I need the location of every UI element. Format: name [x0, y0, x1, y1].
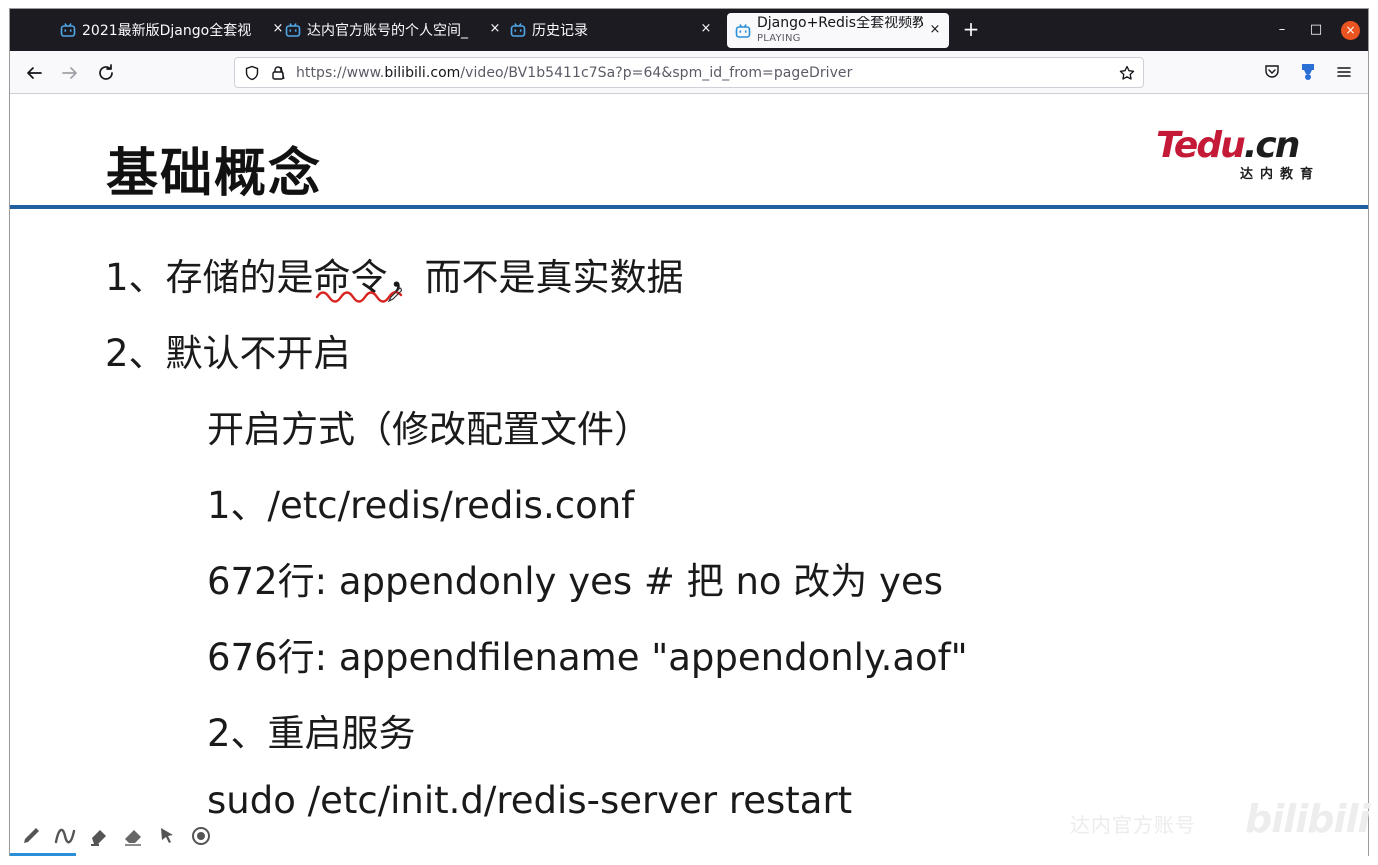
logo-domain-text: .cn: [1243, 125, 1301, 166]
forward-icon[interactable]: [58, 61, 82, 85]
pen-cursor-icon: [387, 287, 402, 302]
bilibili-favicon-icon: [285, 23, 301, 37]
tab-strip: 2021最新版Django全套视 × 达内官方账号的个人空间_ × 历史记录 ×…: [10, 9, 1368, 51]
url-path: /video/BV1b5411c7Sa?p=64&spm_id_from=pag…: [460, 65, 853, 81]
tab-history[interactable]: 历史记录 ×: [510, 9, 720, 51]
tedu-logo: Tedu.cn 达内教育: [1156, 125, 1326, 185]
close-window-button[interactable]: ×: [1341, 21, 1360, 40]
bilibili-favicon-icon: [60, 23, 76, 37]
url-text[interactable]: https://www.bilibili.com/video/BV1b5411c…: [296, 65, 852, 81]
slide-line-5: 672行: appendonly yes # 把 no 改为 yes: [207, 560, 943, 603]
tab-django-course[interactable]: 2021最新版Django全套视 ×: [60, 9, 292, 51]
playback-progress-indicator: [10, 853, 76, 856]
watermark-logo: bilibili: [1245, 797, 1371, 841]
slide-line-2: 2、默认不开启: [105, 332, 351, 375]
bookmark-star-icon[interactable]: [1119, 65, 1135, 81]
tab-title: 达内官方账号的个人空间_: [307, 23, 468, 39]
navigation-bar: https://www.bilibili.com/video/BV1b5411c…: [10, 51, 1368, 94]
tab-playing-label: PLAYING: [757, 32, 801, 44]
slide-line-8: sudo /etc/init.d/redis-server restart: [207, 779, 853, 822]
slide-line-3: 开启方式（修改配置文件）: [207, 408, 651, 451]
tab-close-icon[interactable]: ×: [270, 21, 286, 37]
watermark-text: 达内官方账号: [1070, 813, 1196, 837]
drawing-toolbar: [20, 823, 212, 849]
tab-django-redis-playing[interactable]: Django+Redis全套视频教 PLAYING ×: [727, 13, 949, 48]
record-icon[interactable]: [190, 825, 212, 847]
menu-icon[interactable]: [1335, 63, 1353, 81]
lock-icon[interactable]: [270, 65, 286, 81]
video-slide[interactable]: 基础概念 Tedu.cn 达内教育 1、存储的是命令，而不是真实数据 2、默认不…: [10, 95, 1371, 856]
minimize-button[interactable]: –: [1274, 22, 1290, 38]
url-bar[interactable]: https://www.bilibili.com/video/BV1b5411c…: [234, 57, 1144, 88]
slide-line-7: 2、重启服务: [207, 712, 416, 755]
tab-close-icon[interactable]: ×: [927, 22, 943, 38]
reload-icon[interactable]: [94, 61, 118, 85]
bilibili-watermark: 达内官方账号 bilibili: [1070, 795, 1371, 845]
slide-line-6: 676行: appendfilename "appendonly.aof": [207, 636, 968, 679]
curve-icon[interactable]: [54, 825, 76, 847]
tab-close-icon[interactable]: ×: [698, 21, 714, 37]
maximize-button[interactable]: □: [1308, 22, 1324, 38]
bilibili-favicon-icon: [735, 23, 751, 38]
logo-wordmark: Tedu.cn: [1156, 125, 1301, 166]
pocket-icon[interactable]: [1263, 63, 1281, 81]
pointer-icon[interactable]: [156, 825, 178, 847]
tab-title: 历史记录: [532, 23, 588, 39]
tab-close-icon[interactable]: ×: [487, 21, 503, 37]
slide-title: 基础概念: [106, 144, 323, 204]
logo-subtitle: 达内教育: [1240, 167, 1321, 182]
logo-main-text: Tedu: [1156, 125, 1246, 166]
slide-line-4: 1、/etc/redis/redis.conf: [207, 484, 635, 527]
new-tab-button[interactable]: +: [961, 19, 981, 39]
tab-title: 2021最新版Django全套视: [82, 23, 252, 39]
back-icon[interactable]: [22, 61, 46, 85]
url-prefix: https://www.: [296, 65, 385, 81]
highlighter-icon[interactable]: [88, 825, 110, 847]
bilibili-favicon-icon: [510, 23, 526, 37]
tab-tedu-space[interactable]: 达内官方账号的个人空间_ ×: [285, 9, 509, 51]
browser-window: 2021最新版Django全套视 × 达内官方账号的个人空间_ × 历史记录 ×…: [9, 8, 1371, 856]
extension-icon[interactable]: [1299, 63, 1317, 81]
eraser-icon[interactable]: [122, 825, 144, 847]
tab-title: Django+Redis全套视频教: [757, 15, 923, 31]
pen-icon[interactable]: [20, 825, 42, 847]
url-domain: bilibili.com: [384, 65, 461, 81]
shield-icon[interactable]: [244, 65, 260, 81]
title-divider: [10, 205, 1368, 209]
